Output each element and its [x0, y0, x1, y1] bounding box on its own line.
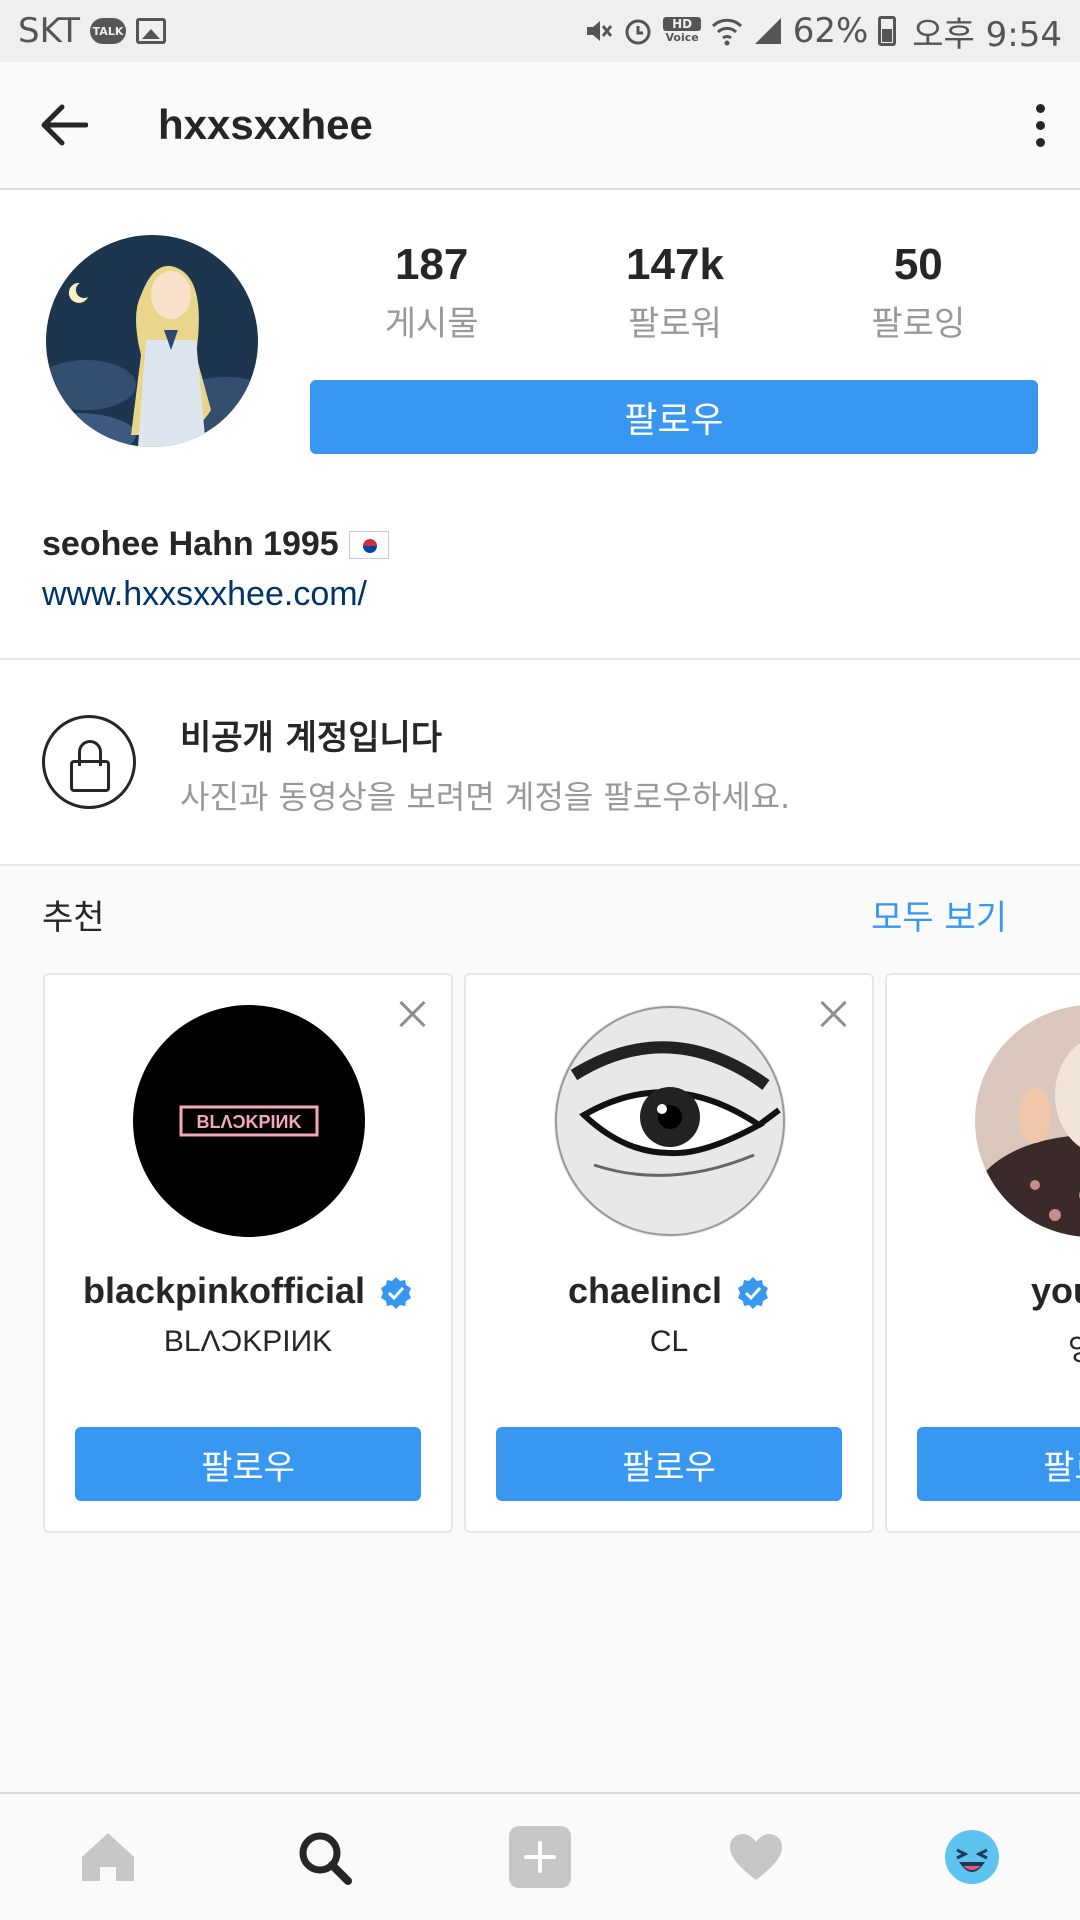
stat-followers[interactable]: 147k 팔로워	[575, 240, 775, 345]
korea-flag-icon	[348, 530, 389, 559]
see-all-link[interactable]: 모두 보기	[871, 890, 1007, 939]
private-title: 비공개 계정입니다	[180, 718, 443, 758]
heart-icon	[730, 1834, 782, 1880]
suggestion-name: BLΛƆKPIИK	[163, 1325, 333, 1358]
more-options-button[interactable]	[1000, 61, 1080, 189]
suggestion-follow-button[interactable]: 팔로우	[75, 1427, 421, 1501]
username-text: chaelincl	[567, 1270, 723, 1311]
suggestion-username: blackpinkofficial	[45, 1270, 451, 1312]
suggestion-card: you_r_ 잉? 팔로우	[885, 973, 1080, 1533]
mute-icon	[583, 16, 613, 46]
nav-activity[interactable]	[696, 1807, 816, 1907]
stat-value: 147k	[626, 240, 724, 289]
stat-value: 50	[893, 240, 943, 289]
more-dot-icon	[1035, 137, 1045, 147]
stat-label: 게시물	[384, 304, 479, 344]
stat-value: 187	[394, 240, 469, 289]
page-title: hxxsxxhee	[158, 101, 373, 148]
signal-icon	[753, 16, 783, 46]
kakaotalk-icon: TALK	[90, 18, 127, 44]
suggestion-follow-button[interactable]: 팔로우	[496, 1427, 842, 1501]
dismiss-icon[interactable]	[397, 999, 427, 1029]
follow-button[interactable]: 팔로우	[310, 380, 1038, 454]
username-text: you_r_	[1030, 1270, 1080, 1311]
private-subtitle: 사진과 동영상을 보려면 계정을 팔로우하세요.	[180, 778, 791, 816]
hd-label: HD	[663, 17, 701, 31]
blackpink-logo-text: BLΛƆKPIИK	[197, 1112, 302, 1132]
profile-stats: 187 게시물 147k 팔로워 50 팔로잉	[310, 240, 1040, 345]
dismiss-icon[interactable]	[818, 999, 848, 1029]
carrier-label: SKT	[18, 11, 81, 51]
suggestion-avatar[interactable]	[554, 1005, 786, 1237]
nav-search[interactable]	[264, 1807, 384, 1907]
more-dot-icon	[1035, 103, 1045, 113]
suggestion-follow-button[interactable]: 팔로우	[917, 1427, 1080, 1501]
suggestion-username: you_r_	[887, 1270, 1080, 1312]
full-name-text: seohee Hahn 1995	[42, 525, 339, 563]
battery-icon	[878, 16, 897, 46]
bottom-navigation	[0, 1792, 1080, 1920]
suggestion-name: 잉?	[887, 1325, 1080, 1369]
wifi-icon	[711, 16, 743, 46]
battery-percent: 62%	[792, 11, 869, 51]
suggestion-avatar[interactable]	[975, 1005, 1080, 1237]
stat-posts: 187 게시물	[332, 240, 532, 345]
lock-icon	[42, 715, 136, 809]
suggestions-title: 추천	[42, 898, 105, 938]
stat-following[interactable]: 50 팔로잉	[818, 240, 1018, 345]
voice-label: Voice	[665, 31, 699, 44]
search-icon	[299, 1832, 352, 1885]
profile-avatar[interactable]	[46, 235, 258, 447]
alarm-icon	[623, 16, 653, 46]
profile-avatar-icon	[945, 1830, 999, 1884]
profile-full-name: seohee Hahn 1995	[42, 525, 389, 564]
username-text: blackpinkofficial	[82, 1270, 366, 1311]
suggestion-card: chaelincl CL 팔로우	[464, 973, 874, 1533]
back-button[interactable]	[0, 61, 128, 189]
hd-voice-icon: HD Voice	[663, 17, 701, 45]
home-icon	[82, 1833, 134, 1881]
suggestion-username: chaelincl	[466, 1270, 872, 1312]
status-bar: SKT TALK HD Voice 62% 오후 9:54	[0, 0, 1080, 62]
private-account-notice: 비공개 계정입니다 사진과 동영상을 보려면 계정을 팔로우하세요.	[0, 660, 1080, 866]
profile-section: 187 게시물 147k 팔로워 50 팔로잉 팔로우 seohee Hahn …	[0, 190, 1080, 660]
profile-header: hxxsxxhee	[0, 62, 1080, 190]
suggestions-header: 추천 모두 보기	[42, 890, 1007, 939]
back-arrow-icon	[41, 104, 88, 146]
more-dot-icon	[1035, 120, 1045, 130]
verified-badge-icon	[738, 1277, 769, 1310]
add-post-icon	[509, 1826, 571, 1888]
suggestion-avatar[interactable]: BLΛƆKPIИK	[133, 1005, 365, 1237]
website-link[interactable]: www.hxxsxxhee.com/	[42, 575, 367, 614]
nav-profile[interactable]	[912, 1807, 1032, 1907]
suggestion-name: CL	[649, 1325, 689, 1358]
stat-label: 팔로잉	[871, 304, 966, 344]
nav-home[interactable]	[48, 1807, 168, 1907]
verified-badge-icon	[381, 1277, 412, 1310]
stat-label: 팔로워	[628, 304, 722, 344]
suggestion-card: BLΛƆKPIИK blackpinkofficial BLΛƆKPIИK 팔로…	[43, 973, 453, 1533]
nav-add-post[interactable]	[480, 1807, 600, 1907]
gallery-icon	[136, 18, 167, 44]
suggestion-cards: BLΛƆKPIИK blackpinkofficial BLΛƆKPIИK 팔로…	[43, 973, 1080, 1533]
clock: 오후 9:54	[912, 14, 1062, 55]
